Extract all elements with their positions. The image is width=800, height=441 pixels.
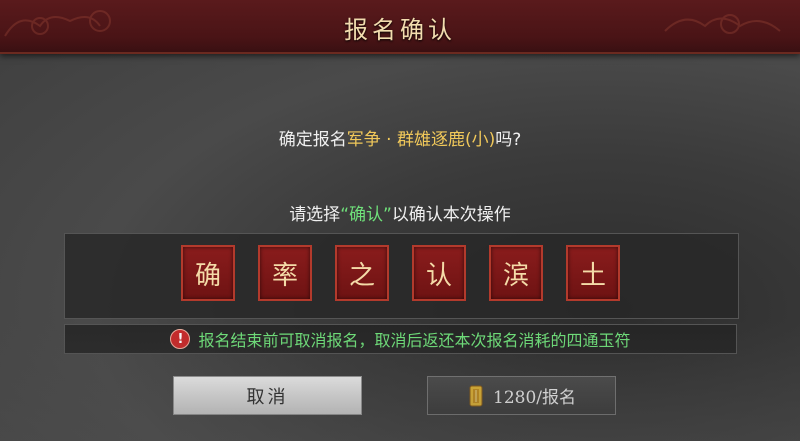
signup-button[interactable]: 1280/报名 bbox=[427, 376, 616, 415]
signup-cost-label: 1280/报名 bbox=[493, 388, 576, 408]
cancel-button-label: 取消 bbox=[246, 386, 289, 408]
instruction-prefix: 请选择 bbox=[289, 205, 341, 225]
cancel-button[interactable]: 取消 bbox=[173, 376, 362, 415]
signup-question: 确定报名军争 · 群雄逐鹿(小)吗? bbox=[0, 125, 800, 150]
character-tile-4[interactable]: 认 bbox=[412, 245, 466, 301]
character-tile-6[interactable]: 土 bbox=[566, 245, 620, 301]
character-tile-1[interactable]: 确 bbox=[181, 245, 235, 301]
dialog-header: 报名确认 bbox=[0, 0, 800, 54]
question-suffix: 吗? bbox=[495, 130, 522, 150]
instruction-keyword: “确认” bbox=[340, 205, 392, 225]
event-name: 军争 · 群雄逐鹿(小) bbox=[346, 130, 496, 150]
character-tile-2[interactable]: 率 bbox=[258, 245, 312, 301]
exclamation-icon: ! bbox=[170, 329, 191, 349]
dialog-title: 报名确认 bbox=[344, 16, 456, 44]
warning-text: 报名结束前可取消报名，取消后返还本次报名消耗的四通玉符 bbox=[198, 331, 631, 350]
character-tile-panel: 确 率 之 认 滨 土 bbox=[64, 233, 739, 319]
signup-confirm-dialog: 报名确认 确定报名军争 · 群雄逐鹿(小)吗? 请选择“确认”以确认本次操作 确… bbox=[0, 0, 800, 441]
jade-token-icon bbox=[469, 385, 483, 406]
instruction-suffix: 以确认本次操作 bbox=[391, 205, 511, 225]
warning-bar: ! 报名结束前可取消报名，取消后返还本次报名消耗的四通玉符 bbox=[64, 324, 737, 354]
character-tile-3[interactable]: 之 bbox=[335, 245, 389, 301]
question-prefix: 确定报名 bbox=[278, 130, 347, 150]
character-tile-5[interactable]: 滨 bbox=[489, 245, 543, 301]
instruction-text: 请选择“确认”以确认本次操作 bbox=[0, 200, 800, 225]
